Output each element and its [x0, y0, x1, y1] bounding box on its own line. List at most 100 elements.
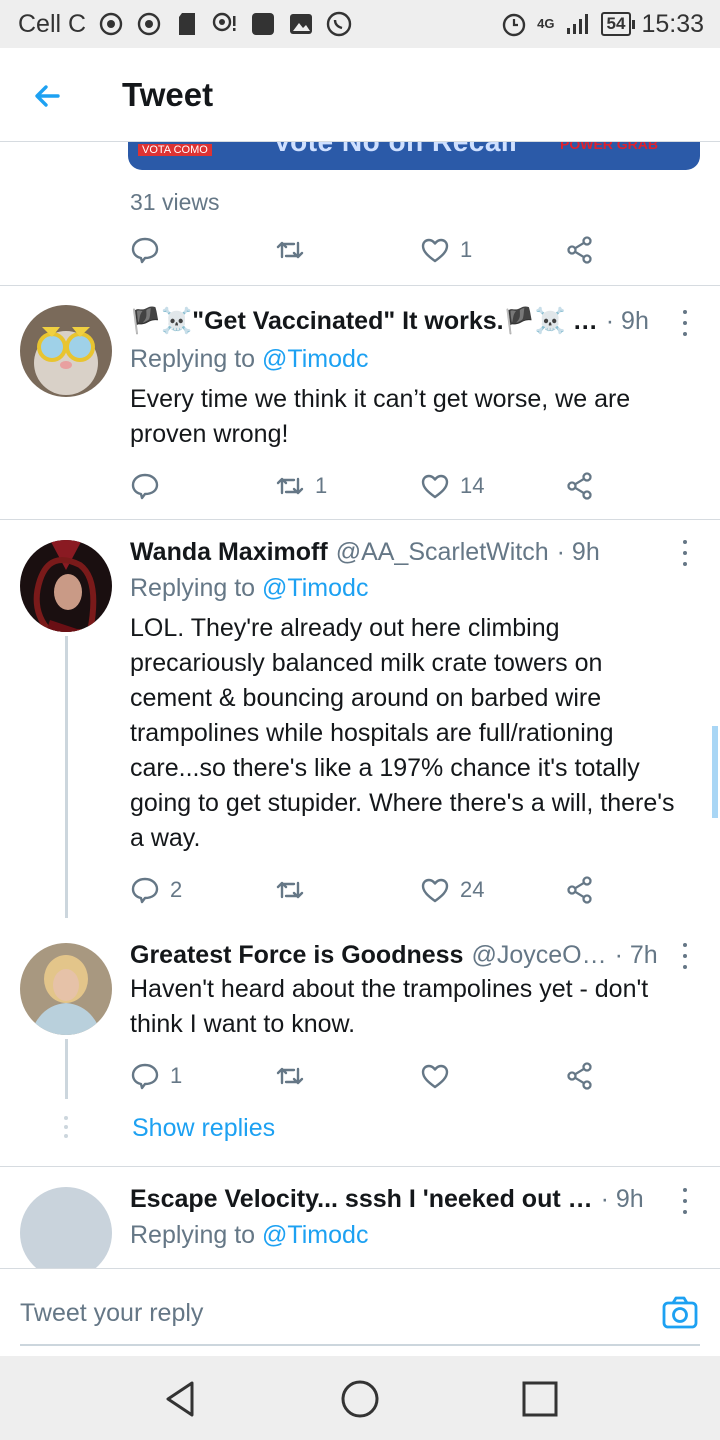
timestamp: · 9h	[556, 538, 600, 566]
reply-count: 2	[170, 877, 183, 902]
divider	[0, 1166, 720, 1167]
avatar[interactable]	[20, 540, 112, 632]
replying-to-prefix: Replying to	[130, 345, 256, 373]
chrome-icon-2	[136, 11, 162, 37]
divider	[0, 519, 720, 520]
like-button[interactable]: 24	[420, 875, 565, 905]
divider	[0, 285, 720, 286]
tweet-media[interactable]: VOTA COMO Vote No on Recall POWER GRAB	[128, 142, 700, 170]
display-name[interactable]: Greatest Force is Goodness	[130, 941, 463, 970]
retweet-button[interactable]	[275, 875, 420, 905]
like-button[interactable]	[420, 1061, 565, 1091]
reply-2-actions: 2 24	[130, 875, 610, 905]
reply-button[interactable]	[130, 471, 275, 501]
reply-button[interactable]: 2	[130, 875, 275, 905]
battery-indicator: 54	[600, 12, 636, 36]
avatar[interactable]	[20, 1187, 112, 1270]
reply-3-actions: 1	[130, 1061, 610, 1091]
nav-recents-icon[interactable]	[519, 1378, 561, 1420]
view-count: 31 views	[130, 189, 220, 215]
gallery-icon	[288, 11, 314, 37]
location-icon	[212, 11, 238, 37]
display-name[interactable]: Wanda Maximoff	[130, 538, 328, 567]
like-button[interactable]: 1	[420, 235, 565, 265]
thread-line	[65, 636, 68, 918]
share-button[interactable]	[565, 875, 595, 905]
user-handle[interactable]: @AA_ScarletWitch	[336, 538, 549, 567]
reply-input[interactable]: Tweet your reply	[20, 1299, 203, 1328]
like-count: 1	[460, 237, 473, 262]
timestamp: · 9h	[600, 1185, 644, 1213]
reply-icon	[131, 237, 159, 264]
tweet-text: Every time we think it can’t get worse, …	[130, 385, 631, 448]
thread-dots	[64, 1116, 68, 1138]
share-button[interactable]	[565, 235, 595, 265]
tweet-text: LOL. They're already out here climbing p…	[130, 614, 675, 852]
media-corner-label: VOTA COMO	[138, 144, 212, 156]
media-subtext: POWER GRAB	[560, 142, 658, 152]
more-icon[interactable]	[680, 310, 690, 336]
reply-button[interactable]	[130, 235, 275, 265]
replying-to: Replying to @Timodc	[130, 1221, 368, 1250]
reply-1-header: 🏴☠️"Get Vaccinated" It works.🏴☠️ … · 9h	[130, 307, 670, 336]
share-icon	[567, 876, 592, 904]
app-header: Tweet	[0, 48, 720, 142]
display-name[interactable]: Escape Velocity... sssh I 'neeked out …	[130, 1185, 593, 1214]
share-button[interactable]	[565, 471, 595, 501]
carrier-label: Cell C	[18, 9, 87, 38]
like-icon	[421, 878, 449, 903]
share-icon	[567, 472, 592, 500]
scrollbar[interactable]	[712, 726, 718, 818]
network-type: 4G	[537, 16, 555, 31]
retweet-button[interactable]	[275, 1061, 420, 1091]
like-count: 24	[460, 877, 485, 902]
timestamp: · 9h	[605, 307, 649, 335]
share-icon	[567, 236, 592, 264]
input-underline	[20, 1344, 700, 1346]
nav-back-icon[interactable]	[160, 1378, 202, 1420]
more-icon[interactable]	[680, 943, 690, 969]
timestamp: · 7h	[614, 941, 658, 969]
media-text: Vote No on Recall	[273, 142, 517, 158]
retweet-count: 1	[315, 473, 328, 498]
retweet-button[interactable]	[275, 235, 420, 265]
thread-line	[65, 1039, 68, 1099]
mention-link[interactable]: @Timodc	[262, 345, 368, 373]
system-nav-bar	[0, 1356, 720, 1440]
reply-2-header: Wanda Maximoff @AA_ScarletWitch · 9h	[130, 538, 670, 567]
show-replies-link[interactable]: Show replies	[132, 1114, 275, 1143]
replying-to-prefix: Replying to	[130, 574, 256, 602]
display-name[interactable]: 🏴☠️"Get Vaccinated" It works.🏴☠️ …	[130, 307, 598, 336]
app-icon	[250, 11, 276, 37]
mention-link[interactable]: @Timodc	[262, 574, 368, 602]
back-arrow-icon[interactable]	[28, 76, 68, 116]
user-handle[interactable]: @JoyceO…	[471, 941, 606, 970]
like-button[interactable]: 14	[420, 471, 565, 501]
chrome-icon	[98, 11, 124, 37]
clock: 15:33	[641, 9, 704, 38]
retweet-icon	[276, 477, 304, 495]
share-button[interactable]	[565, 1061, 595, 1091]
page-title: Tweet	[122, 76, 214, 113]
reply-composer: Tweet your reply	[0, 1268, 720, 1356]
whatsapp-icon	[326, 11, 352, 37]
reply-1-actions: 1 14	[130, 471, 610, 501]
replying-to-prefix: Replying to	[130, 1221, 256, 1249]
reply-icon	[131, 877, 159, 904]
avatar[interactable]	[20, 305, 112, 397]
reply-icon	[131, 1063, 159, 1090]
more-icon[interactable]	[680, 540, 690, 566]
camera-icon[interactable]	[660, 1293, 700, 1333]
like-icon	[421, 1064, 449, 1089]
mention-link[interactable]: @Timodc	[262, 1221, 368, 1249]
avatar[interactable]	[20, 943, 112, 1035]
tweet-thread[interactable]: VOTA COMO Vote No on Recall POWER GRAB 3…	[0, 142, 720, 1270]
like-icon	[421, 474, 449, 499]
nav-home-icon[interactable]	[339, 1378, 381, 1420]
more-icon[interactable]	[680, 1188, 690, 1214]
reply-icon	[131, 473, 159, 500]
like-count: 14	[460, 473, 485, 498]
retweet-button[interactable]: 1	[275, 471, 420, 501]
reply-button[interactable]: 1	[130, 1061, 275, 1091]
like-icon	[421, 238, 449, 263]
